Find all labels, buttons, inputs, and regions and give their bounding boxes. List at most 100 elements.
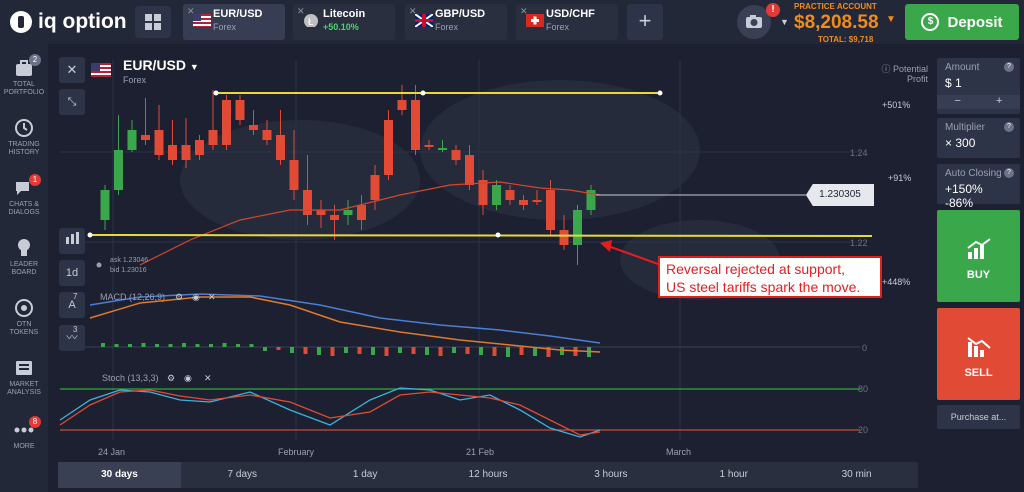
- amount-stepper: − +: [937, 95, 1020, 109]
- timeframe-1-hour[interactable]: 1 hour: [672, 462, 795, 488]
- total-value: TOTAL: $9,718: [818, 35, 874, 44]
- add-tab-button[interactable]: +: [627, 4, 663, 40]
- sidebar-item-chats[interactable]: 1 CHATS & DIALOGS: [0, 174, 48, 217]
- chevron-down-icon[interactable]: ▼: [886, 14, 896, 25]
- asset-grid-button[interactable]: [135, 6, 171, 38]
- help-icon[interactable]: ?: [1004, 168, 1014, 178]
- purchase-at-button[interactable]: Purchase at...: [937, 405, 1020, 429]
- chevron-down-icon: ▼: [189, 62, 199, 72]
- gear-icon[interactable]: ⚙: [167, 373, 175, 383]
- tab-eur-usd[interactable]: ✕ EUR/USD Forex: [183, 4, 285, 40]
- eye-icon[interactable]: ◉: [184, 373, 192, 383]
- amount-label: Amount: [945, 62, 980, 73]
- help-icon[interactable]: ?: [1004, 122, 1014, 132]
- macd-bar: [398, 347, 402, 353]
- account-type: PRACTICE ACCOUNT: [794, 2, 877, 11]
- macd-bar: [519, 347, 524, 355]
- sidebar-item-history[interactable]: TRADING HISTORY: [0, 118, 48, 157]
- timeframe-30-min[interactable]: 30 min: [795, 462, 918, 488]
- tab-title: EUR/USD: [213, 8, 263, 20]
- eye-icon[interactable]: ◉: [192, 292, 200, 302]
- timeframe-button[interactable]: 1d: [59, 260, 85, 286]
- auto-closing-field[interactable]: Auto Closing +150% -86% ?: [937, 164, 1020, 210]
- close-icon[interactable]: ✕: [204, 373, 212, 383]
- tab-title: USD/CHF: [546, 8, 595, 20]
- line-handle[interactable]: [213, 90, 219, 96]
- trend-down-icon: [966, 337, 991, 357]
- badge: 8: [29, 416, 41, 428]
- sidebar-item-market-analysis[interactable]: MARKET ANALYSIS: [0, 358, 48, 397]
- us-ch-flag-icon: [526, 14, 544, 27]
- candle: [505, 190, 515, 200]
- help-icon[interactable]: ?: [1004, 62, 1014, 72]
- sidebar-label: HISTORY: [8, 149, 40, 156]
- candle: [411, 100, 420, 150]
- line-handle[interactable]: [87, 232, 93, 238]
- sidebar-label: TOKENS: [9, 329, 39, 336]
- macd-bar: [371, 347, 375, 355]
- stoch-label[interactable]: Stoch (13,3,3): [102, 373, 159, 383]
- line-handle[interactable]: [420, 90, 426, 96]
- eu-us-flag-icon: [193, 14, 211, 27]
- close-icon[interactable]: ✕: [208, 292, 216, 302]
- grid-icon: [145, 14, 161, 30]
- macd-label[interactable]: MACD (12,26,9): [100, 292, 165, 302]
- notification-badge[interactable]: !: [766, 3, 780, 17]
- bid-label: bid 1.23016: [110, 267, 147, 274]
- tool-count: 7: [73, 292, 78, 301]
- candle: [222, 100, 231, 145]
- tab-litecoin[interactable]: ✕ Ł Litecoin +50.10%: [293, 4, 395, 40]
- profit-label: +448%: [882, 277, 910, 287]
- buy-button[interactable]: BUY: [937, 210, 1020, 302]
- asset-market: Forex: [123, 75, 147, 85]
- token-icon: [13, 298, 35, 318]
- timeframe-7-days[interactable]: 7 days: [181, 462, 304, 488]
- sidebar-item-more[interactable]: 8 MORE: [0, 416, 48, 451]
- fullscreen-button[interactable]: ⤡: [59, 89, 85, 115]
- litecoin-icon: Ł: [304, 14, 318, 27]
- sidebar-label: LEADER: [9, 261, 38, 268]
- plus-button[interactable]: +: [996, 95, 1002, 109]
- indicator-dot-icon: [96, 262, 102, 268]
- sidebar-label: DIALOGS: [8, 209, 40, 216]
- macd-bar: [492, 347, 497, 356]
- annotation-box: Reversal rejected at support, US steel t…: [658, 256, 882, 298]
- chevron-down-icon[interactable]: ▼: [780, 17, 789, 27]
- line-handle[interactable]: [657, 90, 663, 96]
- deposit-button[interactable]: $ Deposit: [905, 4, 1019, 40]
- sidebar-item-otn[interactable]: OTN TOKENS: [0, 298, 48, 337]
- gear-icon[interactable]: ⚙: [175, 292, 183, 302]
- date-label: 24 Jan: [98, 447, 125, 457]
- sidebar-item-portfolio[interactable]: 2 TOTAL PORTFOLIO: [0, 54, 48, 97]
- candle: [424, 145, 434, 147]
- auto-closing-value: +150% -86%: [945, 182, 983, 210]
- logo[interactable]: iq option: [10, 10, 127, 34]
- sell-button[interactable]: SELL: [937, 308, 1020, 400]
- timeframe-30-days[interactable]: 30 days: [58, 462, 181, 488]
- asset-selector[interactable]: EUR/USD ▼: [123, 57, 199, 73]
- amount-field[interactable]: Amount $ 1 ? − +: [937, 58, 1020, 114]
- tab-usd-chf[interactable]: ✕ USD/CHF Forex: [516, 4, 618, 40]
- macd-zero-label: 0: [862, 343, 867, 353]
- timeframe-12-hours[interactable]: 12 hours: [427, 462, 550, 488]
- info-icon[interactable]: ⓘ: [881, 64, 890, 74]
- candle: [532, 200, 542, 202]
- timeframe-1-day[interactable]: 1 day: [304, 462, 427, 488]
- close-chart-button[interactable]: ✕: [59, 57, 85, 83]
- timeframe-3-hours[interactable]: 3 hours: [549, 462, 672, 488]
- tab-gbp-usd[interactable]: ✕ GBP/USD Forex: [405, 4, 507, 40]
- indicators-button[interactable]: 〰 3: [59, 325, 85, 351]
- tab-subtitle: +50.10%: [323, 22, 359, 32]
- amount-value[interactable]: $ 1: [945, 76, 1012, 90]
- minus-button[interactable]: −: [955, 95, 961, 109]
- chart-type-button[interactable]: [59, 228, 85, 254]
- line-handle[interactable]: [495, 232, 501, 238]
- support-line[interactable]: [89, 234, 873, 237]
- auto-closing-label: Auto Closing: [945, 168, 1002, 179]
- account-balance[interactable]: PRACTICE ACCOUNT $8,208.58 TOTAL: $9,718: [794, 2, 894, 44]
- drawing-tools-button[interactable]: A7: [59, 292, 85, 318]
- tab-subtitle: Forex: [435, 22, 459, 32]
- sidebar-item-leaderboard[interactable]: LEADER BOARD: [0, 238, 48, 277]
- candle: [262, 130, 272, 140]
- multiplier-field[interactable]: Multiplier × 300 ?: [937, 118, 1020, 158]
